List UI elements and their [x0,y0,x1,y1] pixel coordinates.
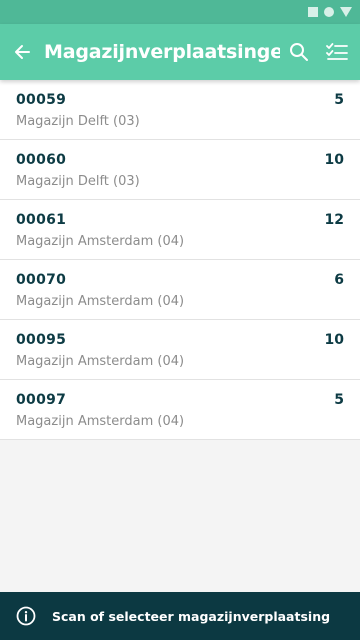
back-indicator-icon [340,7,352,17]
transfer-location: Magazijn Amsterdam (04) [16,414,185,429]
snackbar-message: Scan of selecteer magazijnverplaatsing [52,608,331,624]
arrow-left-icon [15,45,30,59]
status-bar [0,0,360,24]
transfer-quantity: 12 [324,212,344,228]
transfer-quantity: 10 [324,332,344,348]
back-button[interactable] [0,24,44,80]
list-item[interactable]: 00060 10 Magazijn Delft (03) [0,140,360,200]
transfer-code: 00070 [16,272,67,288]
transfer-code: 00060 [16,152,67,168]
transfer-code: 00059 [16,92,67,108]
app-bar: Magazijnverplaatsingen [0,24,360,80]
search-button[interactable] [280,24,318,80]
recents-indicator-icon [308,7,318,17]
list-item[interactable]: 00097 5 Magazijn Amsterdam (04) [0,380,360,440]
list-item[interactable]: 00061 12 Magazijn Amsterdam (04) [0,200,360,260]
filter-button[interactable] [318,24,356,80]
page-title: Magazijnverplaatsingen [44,41,280,63]
transfer-code: 00095 [16,332,67,348]
transfer-location: Magazijn Delft (03) [16,114,140,129]
checklist-icon [326,43,348,60]
transfer-location: Magazijn Amsterdam (04) [16,234,185,249]
home-indicator-icon [324,7,334,17]
search-icon [290,43,308,61]
transfer-quantity: 5 [334,392,344,408]
transfer-list: 00059 5 Magazijn Delft (03) 00060 10 Mag… [0,80,360,440]
transfer-location: Magazijn Delft (03) [16,174,140,189]
list-item[interactable]: 00095 10 Magazijn Amsterdam (04) [0,320,360,380]
transfer-quantity: 6 [334,272,344,288]
transfer-code: 00097 [16,392,67,408]
transfer-quantity: 10 [324,152,344,168]
transfer-quantity: 5 [334,92,344,108]
transfer-location: Magazijn Amsterdam (04) [16,354,185,369]
list-item[interactable]: 00070 6 Magazijn Amsterdam (04) [0,260,360,320]
snackbar: Scan of selecteer magazijnverplaatsing [0,592,360,640]
list-item[interactable]: 00059 5 Magazijn Delft (03) [0,80,360,140]
transfer-location: Magazijn Amsterdam (04) [16,294,185,309]
transfer-code: 00061 [16,212,67,228]
info-icon [16,606,36,626]
